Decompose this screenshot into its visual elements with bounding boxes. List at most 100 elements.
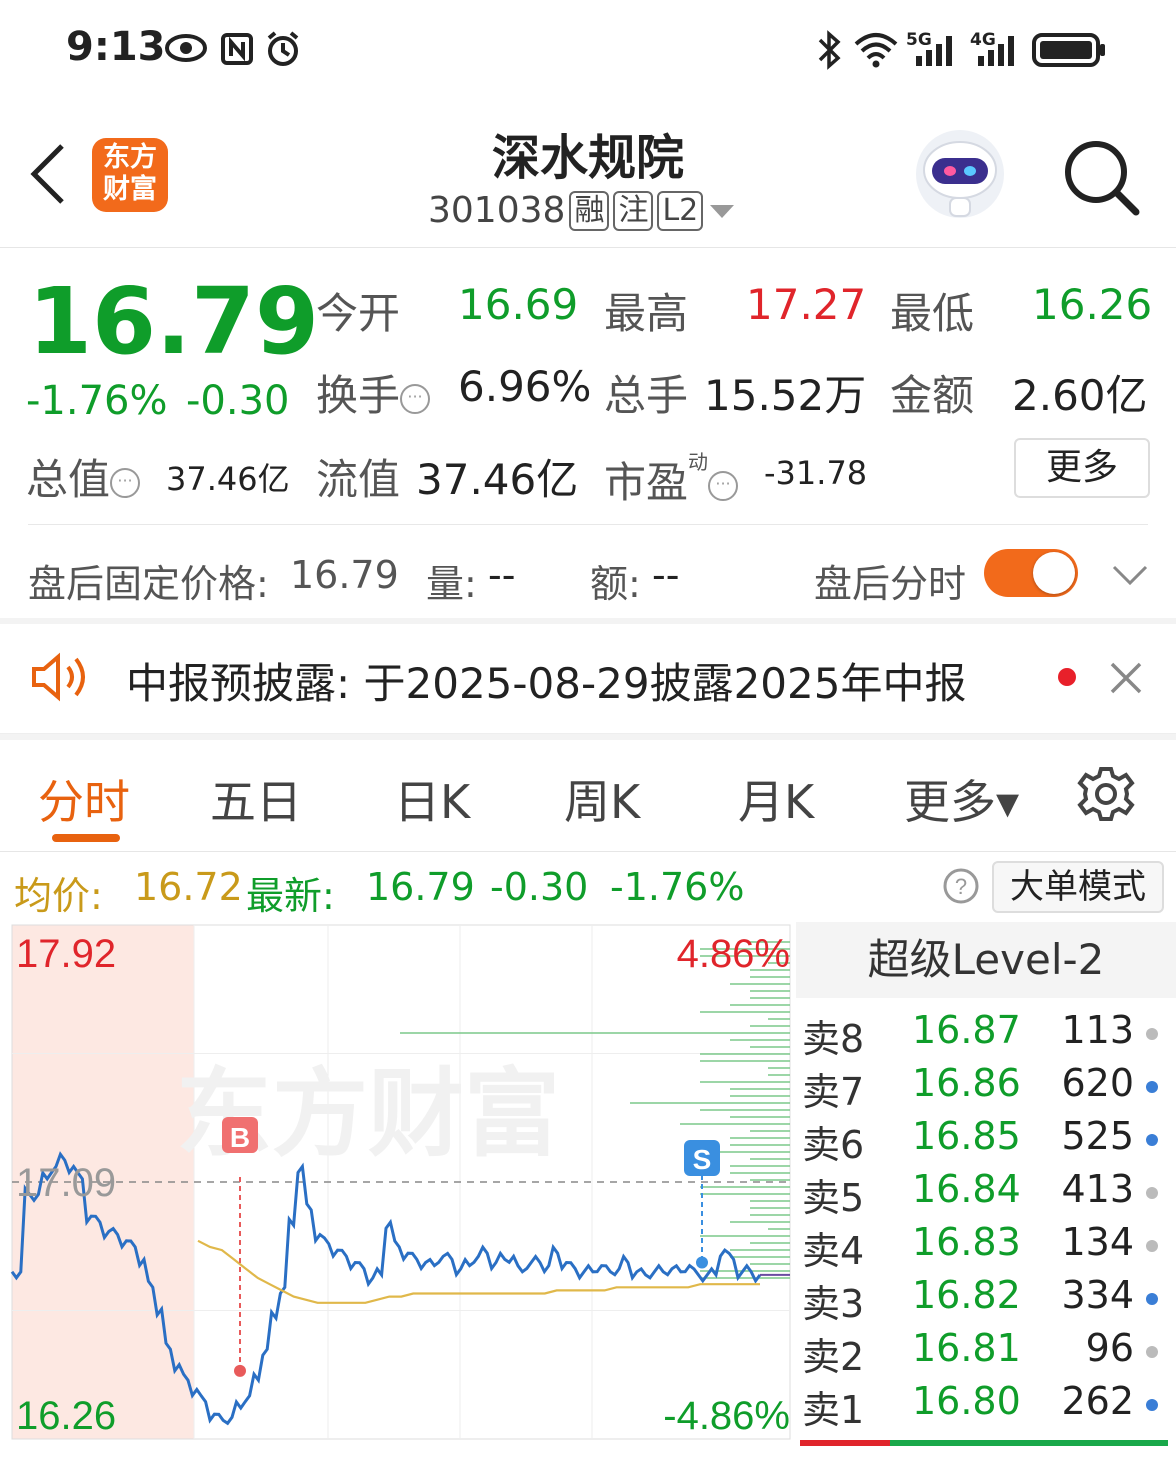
market-cap-value: 37.46亿	[166, 460, 290, 498]
more-button[interactable]: 更多	[1014, 438, 1150, 498]
order-level-label: 卖8	[802, 1017, 865, 1061]
order-level-label: 卖4	[802, 1229, 865, 1273]
help-icon[interactable]: ?	[942, 867, 980, 905]
after-hours-toggle[interactable]	[984, 549, 1078, 597]
quote-panel: 16.79 -1.76% -0.30 今开 16.69 最高 17.27 最低 …	[0, 250, 1176, 525]
sell-marker-dot	[696, 1256, 708, 1269]
info-dots-icon[interactable]: ···	[110, 467, 141, 498]
order-source-dot	[1146, 1081, 1158, 1093]
avg-label: 均价:	[14, 874, 103, 918]
tab-more[interactable]: 更多▾	[904, 766, 1019, 832]
market-cap-label[interactable]: 总值 ···	[26, 446, 141, 507]
tab-five-day[interactable]: 五日	[210, 766, 302, 832]
bluetooth-icon	[818, 30, 841, 70]
order-book-row[interactable]: 卖1 16.80 262	[802, 1379, 1172, 1432]
tag-margin: 融	[569, 190, 610, 231]
order-source-dot	[1146, 1187, 1158, 1199]
pct-max-label: 4.86%	[677, 932, 790, 976]
status-bar: 9:13 5G 4G	[0, 0, 1176, 100]
amount-value: 2.60亿	[1012, 371, 1148, 420]
stock-code: 301038	[428, 190, 566, 231]
toggle-knob	[1033, 552, 1075, 594]
order-book-row[interactable]: 卖3 16.82 334	[802, 1273, 1172, 1326]
stock-code-row[interactable]: 301038 融 注 L2	[428, 190, 737, 231]
order-quantity: 525	[1061, 1114, 1134, 1158]
after-hours-vol-label: 量:	[426, 562, 477, 606]
order-book-row[interactable]: 卖4 16.83 134	[802, 1220, 1172, 1273]
order-price: 16.87	[912, 1008, 1021, 1052]
eye-icon	[165, 34, 207, 62]
buy-marker-dot	[234, 1364, 246, 1377]
order-source-dot	[1146, 1346, 1158, 1358]
close-icon[interactable]	[1108, 660, 1144, 696]
gear-icon[interactable]	[1076, 764, 1136, 824]
notice-bar[interactable]: 中报预披露: 于2025-08-29披露2025年中报	[0, 624, 1176, 734]
order-price: 16.80	[912, 1379, 1021, 1423]
status-time: 9:13	[66, 24, 166, 70]
order-price: 16.81	[912, 1326, 1021, 1370]
order-book-row[interactable]: 卖2 16.81 96	[802, 1326, 1172, 1379]
buy-marker-label: B	[230, 1122, 250, 1153]
tag-attention: 注	[613, 190, 654, 231]
big-order-mode-button[interactable]: 大单模式	[992, 861, 1164, 913]
order-quantity: 134	[1061, 1220, 1134, 1264]
pe-super: 动	[688, 450, 709, 474]
y-min-label: 16.26	[16, 1394, 116, 1438]
open-value: 16.69	[458, 280, 579, 329]
sell-ratio-bar	[800, 1440, 890, 1446]
order-level-label: 卖5	[802, 1176, 865, 1220]
tab-daily-k[interactable]: 日K	[394, 766, 470, 832]
order-level-label: 卖7	[802, 1070, 865, 1114]
chevron-down-icon[interactable]	[1110, 563, 1150, 587]
tag-l2: L2	[657, 190, 704, 231]
order-source-dot	[1146, 1134, 1158, 1146]
signal-5g-icon	[916, 36, 952, 66]
turnover-label[interactable]: 换手 ···	[316, 362, 431, 423]
order-source-dot	[1146, 1028, 1158, 1040]
tab-weekly-k[interactable]: 周K	[564, 766, 640, 832]
level2-title[interactable]: 超级Level-2	[796, 922, 1176, 998]
pe-value: -31.78	[764, 454, 868, 492]
dropdown-triangle-icon[interactable]	[707, 201, 737, 221]
search-icon[interactable]	[1060, 136, 1142, 218]
order-price: 16.82	[912, 1273, 1021, 1317]
back-arrow-icon[interactable]	[28, 142, 68, 206]
order-quantity: 334	[1061, 1273, 1134, 1317]
intraday-chart-svg[interactable]: 东方财富B S 17.92 17.09 16.26 4.86% -4.86%	[0, 921, 792, 1462]
speaker-icon	[32, 652, 85, 702]
order-book-row[interactable]: 卖5 16.84 413	[802, 1167, 1172, 1220]
tab-monthly-k[interactable]: 月K	[738, 766, 814, 832]
high-label: 最高	[604, 289, 689, 338]
app-logo[interactable]: 东方财富	[92, 138, 168, 212]
order-level-label: 卖1	[802, 1388, 865, 1432]
after-hours-amt-value: --	[652, 553, 680, 597]
order-source-dot	[1146, 1399, 1158, 1411]
order-quantity: 113	[1061, 1008, 1134, 1052]
volume-label: 总手	[604, 371, 689, 420]
order-book-row[interactable]: 卖7 16.86 620	[802, 1061, 1172, 1114]
unread-dot	[1058, 668, 1076, 686]
order-level-label: 卖3	[802, 1282, 865, 1326]
order-book-row[interactable]: 卖6 16.85 525	[802, 1114, 1172, 1167]
order-book-row[interactable]: 卖8 16.87 113	[802, 1008, 1172, 1061]
robot-assistant-icon[interactable]	[912, 126, 1008, 222]
latest-percent: -1.76%	[610, 865, 745, 909]
float-cap-label: 流值	[316, 455, 401, 504]
open-label: 今开	[316, 289, 401, 338]
info-dots-icon[interactable]: ···	[400, 383, 431, 414]
notice-text[interactable]: 中报预披露: 于2025-08-29披露2025年中报	[126, 650, 966, 711]
buy-ratio-bar	[890, 1440, 1168, 1446]
level2-panel: 超级Level-2 卖8 16.87 113 卖7 16.86 620 卖6 16.85 525…	[796, 922, 1176, 1462]
pe-label[interactable]: 市盈动···	[604, 446, 739, 510]
chart-tabs: 分时 五日 日K 周K 月K 更多▾	[0, 740, 1176, 852]
after-hours-toggle-label: 盘后分时	[814, 562, 967, 606]
intraday-chart[interactable]: 东方财富 B S 17.92 17.09 16.26 4.86% -4.86%	[0, 921, 792, 1462]
latest-label: 最新:	[246, 874, 335, 918]
tab-intraday[interactable]: 分时	[38, 766, 130, 832]
avg-value: 16.72	[134, 865, 243, 909]
order-level-label: 卖6	[802, 1123, 865, 1167]
tab-underline	[52, 834, 120, 842]
info-dots-icon[interactable]: ···	[708, 470, 739, 501]
order-source-dot	[1146, 1240, 1158, 1252]
order-price: 16.85	[912, 1114, 1021, 1158]
